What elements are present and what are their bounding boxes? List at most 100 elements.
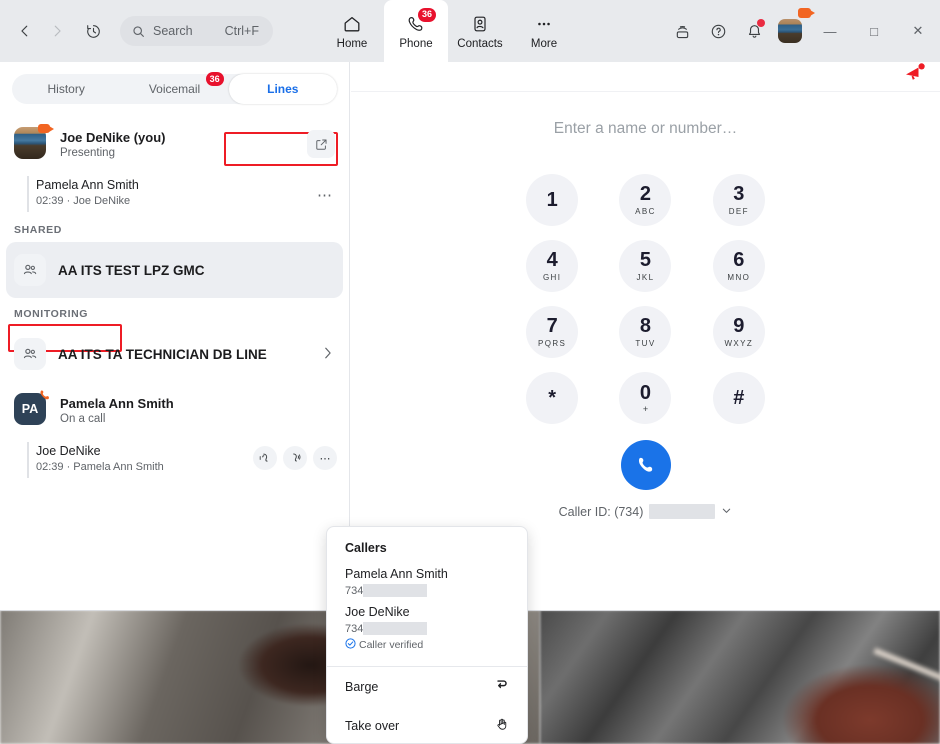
subtab-history-label: History: [47, 82, 85, 96]
search-input[interactable]: Search Ctrl+F: [120, 16, 273, 46]
notifications-bell-icon[interactable]: [736, 11, 772, 51]
key-digit: 1: [546, 189, 558, 211]
camera-badge-icon: [38, 124, 54, 133]
dialpad-key-7[interactable]: 7 PQRS: [526, 306, 579, 358]
chevron-right-icon[interactable]: [322, 346, 333, 363]
chevron-right-icon: [54, 25, 61, 37]
tab-phone[interactable]: 36 Phone: [384, 0, 448, 62]
self-active-call-row[interactable]: Pamela Ann Smith 02:39 · Joe DeNike ⋯: [0, 172, 349, 216]
dialpad-key-3[interactable]: 3 DEF: [712, 174, 765, 226]
cast-icon[interactable]: [664, 11, 700, 51]
key-letters: PQRS: [538, 339, 567, 348]
key-letters: DEF: [728, 207, 749, 216]
minimize-button[interactable]: —: [808, 11, 852, 51]
monitoring-section-label: MONITORING: [14, 308, 89, 320]
dialpad-key-2[interactable]: 2 ABC: [619, 174, 672, 226]
caller-number-prefix: 734: [345, 584, 364, 597]
key-digit: 9: [733, 315, 745, 337]
subtab-voicemail[interactable]: Voicemail 36: [120, 72, 228, 104]
key-digit: 7: [546, 315, 558, 337]
caller-id-selector[interactable]: Caller ID: (734): [351, 504, 940, 519]
titlebar-left-group: Search Ctrl+F: [0, 0, 273, 62]
shared-line-label: AA ITS TEST LPZ GMC: [58, 262, 205, 278]
megaphone-icon[interactable]: [902, 60, 928, 91]
subtab-voicemail-label: Voicemail: [148, 82, 201, 96]
key-letters: WXYZ: [724, 339, 754, 348]
dialpad-key-6[interactable]: 6 MNO: [712, 240, 765, 292]
menu-item-barge[interactable]: Barge: [327, 667, 527, 706]
more-dots-icon[interactable]: ⋯: [313, 446, 337, 470]
monitored-contact-entry[interactable]: PA Pamela Ann Smith On a call: [0, 382, 349, 438]
video-feed-right: [540, 610, 940, 744]
history-button[interactable]: [78, 16, 108, 46]
back-button[interactable]: [10, 16, 40, 46]
dialpad-key-5[interactable]: 5 JKL: [619, 240, 672, 292]
barge-arrow-icon: [495, 678, 509, 695]
monitored-contact-name: Pamela Ann Smith: [60, 395, 174, 411]
shared-section-label: SHARED: [14, 224, 62, 236]
title-bar: Search Ctrl+F Home 36 Phone Contacts Mor…: [0, 0, 940, 62]
self-line-status: Presenting: [60, 146, 115, 159]
monitored-call-actions: ⋯: [253, 446, 337, 470]
monitored-active-call-row[interactable]: Joe DeNike 02:39 · Pamela Ann Smith ⋯: [0, 438, 349, 482]
dialpad-key-8[interactable]: 8 TUV: [619, 306, 672, 358]
avatar: PA: [14, 390, 49, 427]
self-active-call-name: Pamela Ann Smith: [36, 178, 139, 192]
group-line-icon: [14, 254, 46, 286]
dialpad-key-9[interactable]: 9 WXYZ: [712, 306, 765, 358]
shared-line-aa-its-test-lpz-gmc[interactable]: AA ITS TEST LPZ GMC: [6, 242, 343, 298]
subtab-history[interactable]: History: [12, 74, 120, 104]
right-panel-topbar: [351, 62, 940, 92]
tab-more[interactable]: More: [512, 0, 576, 62]
subtab-lines[interactable]: Lines: [228, 74, 337, 104]
avatar[interactable]: [772, 8, 815, 51]
chevron-left-icon: [21, 25, 28, 37]
monitored-contact-status: On a call: [60, 412, 106, 425]
key-digit: #: [733, 387, 745, 409]
caller-id-label: Caller ID: (734): [558, 504, 644, 519]
maximize-button[interactable]: □: [852, 11, 896, 51]
app-window: Search Ctrl+F Home 36 Phone Contacts Mor…: [0, 0, 940, 744]
help-icon[interactable]: [700, 11, 736, 51]
tab-contacts[interactable]: Contacts: [448, 0, 512, 62]
listen-icon[interactable]: [253, 446, 277, 470]
dialpad-key-1[interactable]: 1: [526, 174, 579, 226]
contacts-icon: [470, 13, 490, 35]
key-digit: *: [548, 387, 557, 409]
monitoring-line-label: AA ITS TA TECHNICIAN DB LINE: [58, 346, 267, 362]
monitoring-line-aa-its-ta-technician-db-line[interactable]: AA ITS TA TECHNICIAN DB LINE: [0, 326, 349, 382]
tab-more-label: More: [530, 37, 558, 50]
caller-entry-joe: Joe DeNike 734 Caller verified: [327, 603, 527, 658]
forward-button[interactable]: [42, 16, 72, 46]
key-digit: 8: [639, 315, 652, 337]
menu-item-barge-label: Barge: [345, 679, 379, 694]
caller-name: Pamela Ann Smith: [345, 567, 448, 581]
dial-input[interactable]: Enter a name or number…: [351, 120, 940, 138]
more-dots-icon[interactable]: ⋯: [317, 186, 333, 204]
home-icon: [342, 13, 362, 35]
tab-contacts-label: Contacts: [457, 37, 503, 50]
tab-home-label: Home: [336, 37, 368, 50]
tab-home[interactable]: Home: [320, 0, 384, 62]
monitored-contact-text: Pamela Ann Smith On a call: [60, 396, 174, 425]
caller-number-redacted: [363, 584, 428, 597]
callers-menu-title: Callers: [345, 541, 387, 555]
maximize-glyph: □: [870, 23, 878, 39]
self-line-text: Joe DeNike (you) Presenting: [60, 130, 165, 159]
close-button[interactable]: ✕: [896, 11, 940, 51]
chevron-down-icon[interactable]: [721, 505, 732, 519]
menu-item-take-over[interactable]: Take over: [327, 706, 527, 743]
minimize-glyph: —: [823, 23, 837, 39]
caller-number: 734: [345, 622, 509, 635]
dialpad-key-0[interactable]: 0 +: [619, 372, 672, 424]
dialpad-key-hash[interactable]: #: [712, 372, 765, 424]
key-digit: 5: [639, 249, 652, 271]
open-external-icon[interactable]: [307, 130, 335, 158]
key-letters: TUV: [635, 339, 656, 348]
dialpad-key-star[interactable]: *: [526, 372, 579, 424]
call-button[interactable]: [620, 440, 671, 490]
user-avatar-image: [778, 19, 802, 43]
dialpad-key-4[interactable]: 4 GHI: [526, 240, 579, 292]
self-line-entry[interactable]: Joe DeNike (you) Presenting: [0, 116, 349, 172]
whisper-icon[interactable]: [283, 446, 307, 470]
